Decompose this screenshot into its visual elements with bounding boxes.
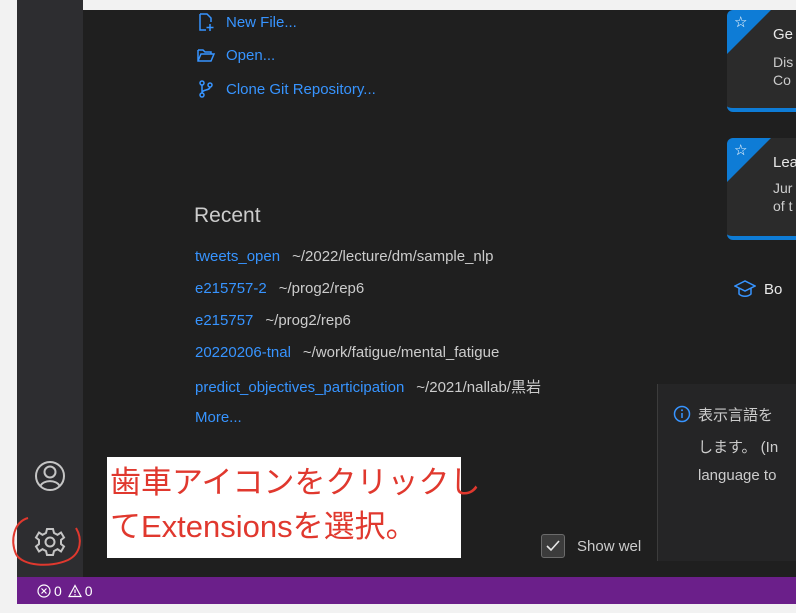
accounts-icon[interactable]: [33, 459, 67, 493]
vscode-window: New File... Open... Clone Git Repository…: [0, 0, 796, 613]
star-icon: ☆: [734, 142, 748, 159]
notification-text: 表示言語を: [698, 407, 774, 424]
annotation-line: 歯車アイコンをクリックし: [110, 465, 481, 500]
source-control-icon: [199, 80, 213, 98]
recent-item-path: ~/2021/nallab/黒岩: [416, 379, 541, 396]
recent-item: e215757-2 ~/prog2/rep6: [195, 280, 364, 297]
check-icon: [546, 540, 560, 552]
notification-text: language to: [698, 467, 777, 484]
recent-item-link[interactable]: tweets_open: [195, 248, 280, 265]
recent-item: tweets_open ~/2022/lecture/dm/sample_nlp: [195, 248, 493, 265]
recent-item-link[interactable]: predict_objectives_participation: [195, 379, 404, 396]
recent-item-link[interactable]: e215757: [195, 312, 253, 329]
recent-item-path: ~/prog2/rep6: [265, 312, 351, 329]
show-welcome-label: Show wel: [577, 537, 642, 555]
recent-item: 20220206-tnal ~/work/fatigue/mental_fatig…: [195, 344, 499, 361]
card-desc: of t: [773, 198, 793, 214]
clone-git-link[interactable]: Clone Git Repository...: [196, 79, 376, 99]
recent-more-link[interactable]: More...: [195, 409, 242, 426]
open-label: Open...: [226, 46, 276, 64]
open-link[interactable]: Open...: [196, 45, 275, 65]
recent-item-link[interactable]: e215757-2: [195, 280, 267, 297]
recent-item-path: ~/work/fatigue/mental_fatigue: [302, 344, 500, 361]
card-title: Ge: [773, 26, 794, 43]
annotation-line: てExtensionsを選択。: [110, 509, 417, 544]
error-count: 0: [54, 582, 62, 599]
card-desc: Co: [773, 72, 791, 88]
warning-count: 0: [84, 582, 93, 599]
activity-bar: [17, 0, 83, 577]
mortarboard-icon: [734, 280, 756, 297]
card-desc: Dis: [773, 54, 794, 70]
recent-item: e215757 ~/prog2/rep6: [195, 312, 351, 329]
warning-icon: [67, 583, 82, 597]
walkthrough-card-get-started[interactable]: ☆ Ge Dis Co: [727, 10, 796, 112]
annotation-circle: [12, 517, 81, 566]
recent-item-link[interactable]: 20220206-tnal: [195, 344, 291, 361]
book-label: Bo: [764, 280, 783, 298]
status-bar: 0 0: [17, 577, 796, 604]
book-link[interactable]: Bo: [734, 280, 782, 298]
new-file-label: New File...: [226, 13, 297, 31]
card-title: Lea: [773, 154, 796, 171]
new-file-link[interactable]: New File...: [196, 12, 297, 32]
show-welcome-option: Show wel: [541, 534, 641, 558]
notification-toast: 表示言語を します。 (In language to: [657, 384, 796, 561]
recent-item-path: ~/prog2/rep6: [278, 280, 365, 297]
walkthrough-card-learn[interactable]: ☆ Lea Jur of t: [727, 138, 796, 240]
star-icon: ☆: [734, 14, 748, 31]
new-file-icon: [199, 13, 214, 31]
error-icon: [37, 583, 51, 598]
annotation-callout: 歯車アイコンをクリックし てExtensionsを選択。: [107, 457, 481, 558]
recent-item: predict_objectives_participation ~/2021/n…: [195, 376, 541, 397]
window-edge: [0, 604, 796, 613]
notification-text: します。 (In: [698, 439, 779, 456]
folder-open-icon: [197, 49, 216, 62]
recent-title: Recent: [194, 204, 261, 227]
recent-item-path: ~/2022/lecture/dm/sample_nlp: [292, 248, 494, 265]
card-desc: Jur: [773, 180, 793, 196]
show-welcome-checkbox[interactable]: [541, 534, 565, 558]
info-icon: [673, 405, 691, 423]
clone-git-label: Clone Git Repository...: [226, 80, 376, 98]
problems-status[interactable]: 0 0: [37, 583, 93, 599]
